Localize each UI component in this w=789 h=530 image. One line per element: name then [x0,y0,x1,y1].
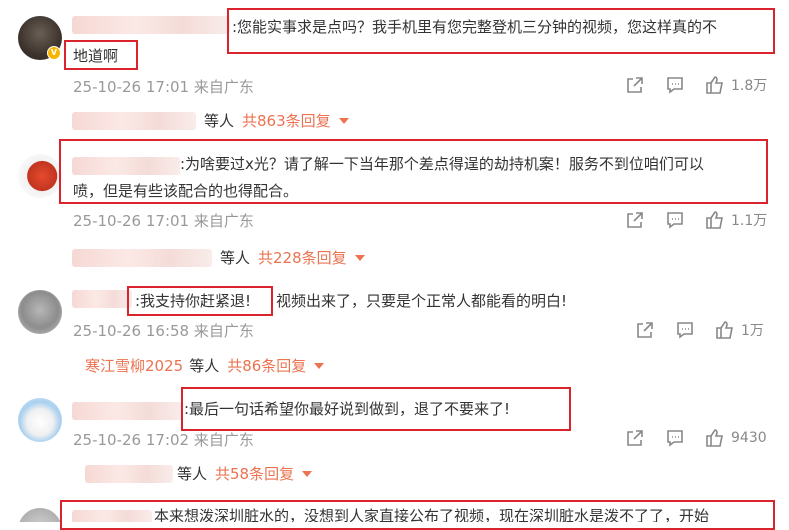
view-replies-link[interactable]: 共58条回复 [215,463,294,484]
thumbs-up-icon [716,321,733,339]
comment-timestamp: 25-10-26 17:01 来自广东 [73,212,254,230]
verified-badge-icon: V [47,46,61,60]
comment-item: 本来想泼深圳脏水的，没想到人家直接公布了视频，现在深圳脏水是泼不了了，开始 [0,500,789,522]
comment-text-rest: 视频出来了，只要是个正常人都能看的明白! [276,292,568,310]
comment-text: :为啥要过x光？请了解一下当年那个差点得逞的劫持机案！服务不到位咱们可以 [180,155,704,173]
avatar[interactable] [18,154,62,198]
avatar[interactable] [18,398,62,442]
share-button[interactable] [625,73,645,97]
reply-users-blurred [72,111,196,130]
comment-item: V :您能实事求是点吗？我手机里有您完整登机三分钟的视频，您这样真的不 地道啊 … [0,0,789,130]
comment-timestamp: 25-10-26 17:01 来自广东 [73,78,254,96]
comment-actions: 1万 [630,318,780,342]
comment-icon [667,212,683,229]
like-button[interactable]: 1.1万 [705,208,767,232]
comment-icon [677,322,693,339]
comment-text: :最后一句话希望你最好说到做到，退了不要来了! [184,400,511,418]
share-icon [627,430,643,446]
reply-users-blurred [85,464,173,483]
chevron-down-icon [338,117,349,124]
share-button[interactable] [625,208,645,232]
comment-text: :我支持你赶紧退! [135,292,252,310]
chevron-down-icon [302,470,313,477]
reply-username[interactable]: 寒江雪柳2025 [85,355,183,376]
comment-item: :我支持你赶紧退! 视频出来了，只要是个正常人都能看的明白! 25-10-26 … [0,282,789,382]
comment-actions: 1.8万 [620,73,780,97]
comment-timestamp: 25-10-26 16:58 来自广东 [73,322,254,340]
like-count: 1.8万 [731,78,768,94]
like-count: 9430 [731,430,767,446]
comment-icon [667,77,683,94]
reply-summary[interactable]: 等人 共228条回复 [72,247,365,268]
comment-button[interactable] [665,426,685,450]
chevron-down-icon [354,254,365,261]
username-blurred[interactable] [72,157,180,175]
reply-summary[interactable]: 等人 共58条回复 [85,463,313,484]
thumbs-up-icon [706,211,723,229]
comment-button[interactable] [665,73,685,97]
thumbs-up-icon [706,76,723,94]
like-button[interactable]: 1.8万 [705,73,767,97]
share-icon [637,322,653,338]
comment-button[interactable] [675,318,695,342]
comment-item: :为啥要过x光？请了解一下当年那个差点得逞的劫持机案！服务不到位咱们可以 喷，但… [0,140,789,280]
like-count: 1万 [741,323,764,339]
reply-summary[interactable]: 等人 共863条回复 [72,110,349,131]
share-icon [627,77,643,93]
view-replies-link[interactable]: 共863条回复 [242,110,331,131]
like-button[interactable]: 9430 [705,426,767,450]
view-replies-link[interactable]: 共86条回复 [227,355,306,376]
view-replies-link[interactable]: 共228条回复 [258,247,347,268]
reply-summary[interactable]: 寒江雪柳2025 等人 共86条回复 [85,355,325,376]
username-blurred[interactable] [72,16,230,34]
comment-actions: 9430 [620,426,780,450]
share-button[interactable] [625,426,645,450]
share-button[interactable] [635,318,655,342]
chevron-down-icon [314,362,325,369]
comment-button[interactable] [665,208,685,232]
comment-actions: 1.1万 [620,208,780,232]
username-blurred[interactable] [72,402,182,420]
comment-timestamp: 25-10-26 17:02 来自广东 [73,431,254,449]
comment-text: :您能实事求是点吗？我手机里有您完整登机三分钟的视频，您这样真的不 [232,18,718,36]
comment-item: :最后一句话希望你最好说到做到，退了不要来了! 25-10-26 17:02 来… [0,392,789,492]
comment-text-line2: 地道啊 [73,47,119,65]
avatar[interactable] [18,290,62,334]
like-count: 1.1万 [731,213,768,229]
comment-icon [667,430,683,447]
reply-users-blurred [72,248,212,267]
like-button[interactable]: 1万 [715,318,764,342]
thumbs-up-icon [706,429,723,447]
comment-text-line2: 喷，但是有些该配合的也得配合。 [73,182,299,200]
comment-text: 本来想泼深圳脏水的，没想到人家直接公布了视频，现在深圳脏水是泼不了了，开始 [154,507,710,522]
avatar[interactable] [18,508,62,522]
share-icon [627,212,643,228]
username-blurred[interactable] [72,290,132,308]
username-blurred[interactable] [72,510,152,522]
